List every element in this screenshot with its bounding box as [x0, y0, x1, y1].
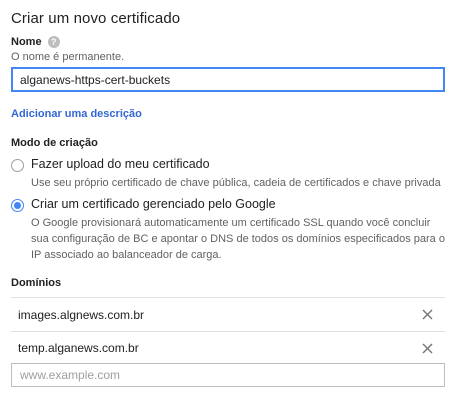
domains-label: Domínios	[11, 277, 62, 289]
help-circle-icon[interactable]: ?	[47, 36, 60, 48]
page-title: Criar um novo certificado	[11, 10, 181, 27]
radio-google-managed-certificate[interactable]	[11, 199, 24, 212]
radio-option-google-managed[interactable]: Criar um certificado gerenciado pelo Goo…	[11, 197, 445, 263]
create-certificate-panel: Criar um novo certificado Nome ? O nome …	[0, 0, 456, 406]
domain-input[interactable]	[11, 363, 445, 387]
radio-upload-description: Use seu próprio certificado de chave púb…	[31, 177, 441, 189]
radio-upload-certificate[interactable]	[11, 159, 24, 172]
domain-row: temp.alganews.com.br	[11, 331, 445, 365]
radio-google-managed-label[interactable]: Criar um certificado gerenciado pelo Goo…	[31, 197, 276, 211]
domain-name: images.algnews.com.br	[18, 307, 145, 322]
name-input[interactable]	[11, 67, 445, 92]
close-icon[interactable]	[422, 309, 433, 320]
add-description-link[interactable]: Adicionar uma descrição	[11, 108, 142, 120]
name-field-hint: O nome é permanente.	[11, 51, 125, 63]
domain-list: images.algnews.com.br temp.alganews.com.…	[11, 297, 445, 365]
creation-mode-label: Modo de criação	[11, 137, 98, 149]
radio-option-upload[interactable]: Fazer upload do meu certificado Use seu …	[11, 157, 445, 191]
radio-upload-label[interactable]: Fazer upload do meu certificado	[31, 157, 210, 171]
radio-google-managed-description: O Google provisionará automaticamente um…	[31, 217, 445, 261]
close-icon[interactable]	[422, 343, 433, 354]
domain-row: images.algnews.com.br	[11, 297, 445, 331]
name-field-label: Nome ?	[11, 36, 60, 48]
domain-name: temp.alganews.com.br	[18, 341, 139, 355]
name-label-text: Nome	[11, 36, 42, 48]
